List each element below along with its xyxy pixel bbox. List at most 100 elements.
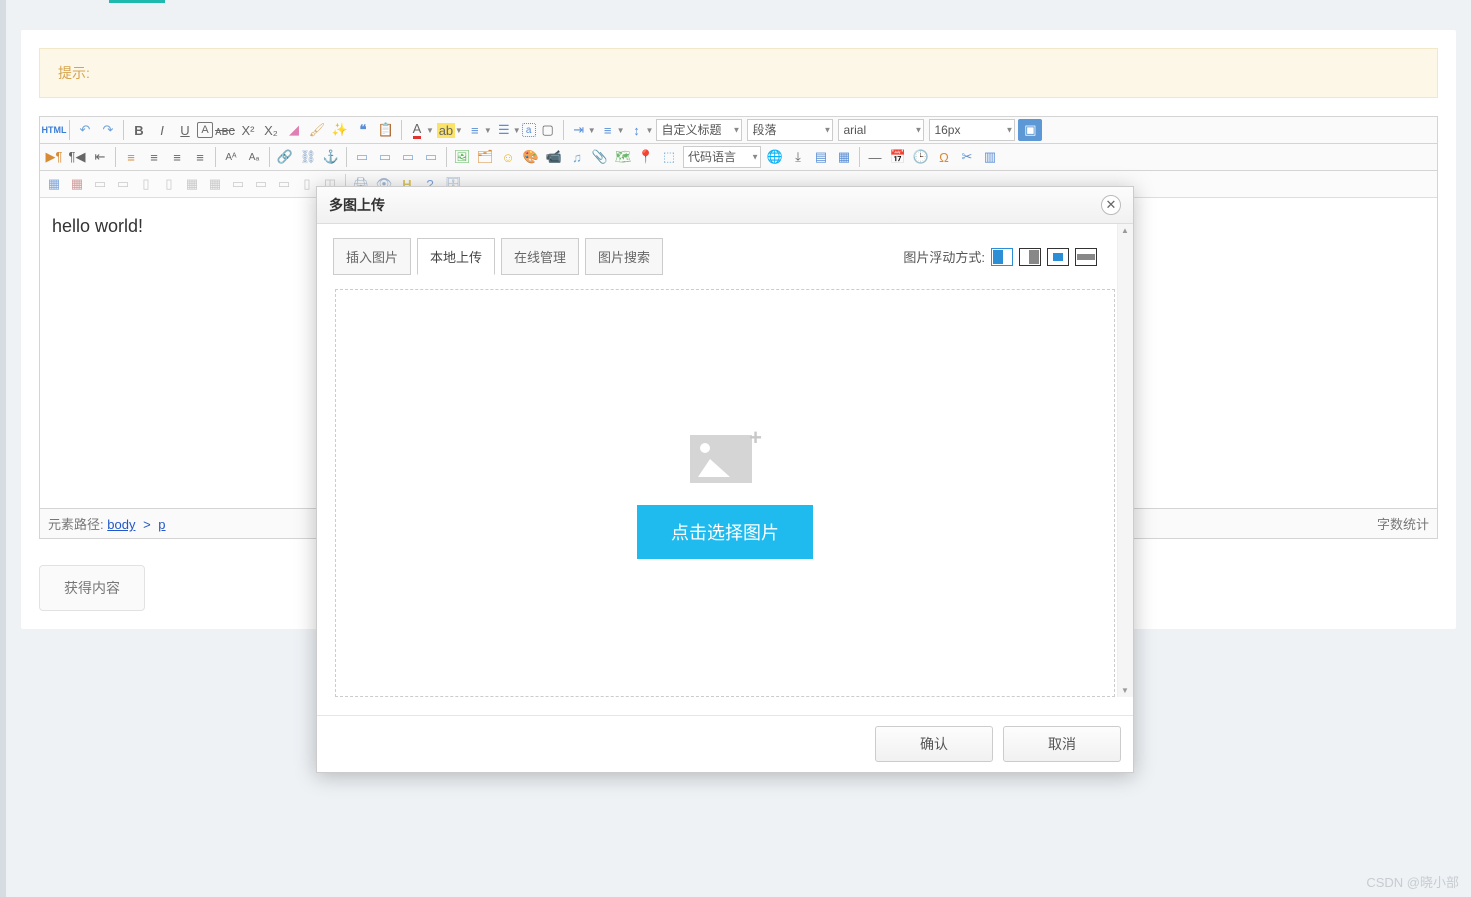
format-brush-icon[interactable]: 🖌 xyxy=(306,119,328,141)
music-icon[interactable]: ♫ xyxy=(566,146,588,168)
split-row-icon[interactable]: ▭ xyxy=(273,173,295,195)
hr-icon[interactable]: — xyxy=(864,146,886,168)
font-family-select[interactable]: arial xyxy=(838,119,924,141)
float-right-icon[interactable] xyxy=(1075,248,1097,266)
chevron-down-icon[interactable]: ▼ xyxy=(588,126,596,135)
link-icon[interactable]: 🔗 xyxy=(274,146,296,168)
table-icon[interactable]: ▦ xyxy=(43,173,65,195)
paragraph-select[interactable]: 段落 xyxy=(747,119,833,141)
chevron-down-icon[interactable]: ▼ xyxy=(484,126,492,135)
template-icon[interactable]: ▤ xyxy=(810,146,832,168)
split-cells-icon[interactable]: ▦ xyxy=(204,173,226,195)
multi-image-icon[interactable]: 🗂 xyxy=(474,146,496,168)
superscript-icon[interactable]: X² xyxy=(237,119,259,141)
pagebreak-icon[interactable]: ⤓ xyxy=(787,146,809,168)
source-html-button[interactable]: HTML xyxy=(43,119,65,141)
background-icon[interactable]: ▦ xyxy=(833,146,855,168)
split-col-icon[interactable]: ▯ xyxy=(296,173,318,195)
float-left-icon[interactable] xyxy=(1019,248,1041,266)
get-content-button[interactable]: 获得内容 xyxy=(39,565,145,611)
fullscreen-icon[interactable]: ▣ xyxy=(1018,119,1042,141)
webapp-icon[interactable]: 🌐 xyxy=(764,146,786,168)
redo-icon[interactable]: ↷ xyxy=(97,119,119,141)
eraser-icon[interactable]: ◢ xyxy=(283,119,305,141)
tolowercase-icon[interactable]: Aₐ xyxy=(243,146,265,168)
bold-icon[interactable]: B xyxy=(128,119,150,141)
upload-drop-zone[interactable]: + 点击选择图片 xyxy=(335,289,1115,697)
float-none-icon[interactable] xyxy=(991,248,1013,266)
delete-table-icon[interactable]: ▦ xyxy=(66,173,88,195)
path-p-link[interactable]: p xyxy=(158,517,165,532)
custom-title-select[interactable]: 自定义标题 xyxy=(656,119,742,141)
chevron-down-icon[interactable]: ▼ xyxy=(617,126,625,135)
insert-col-icon[interactable]: ▯ xyxy=(135,173,157,195)
emoji-icon[interactable]: ☺ xyxy=(497,146,519,168)
insert-image-icon[interactable]: 🖼 xyxy=(451,146,473,168)
font-size-select[interactable]: 16px xyxy=(929,119,1015,141)
outdent-icon[interactable]: ⇤ xyxy=(89,146,111,168)
special-char-icon[interactable]: Ω xyxy=(933,146,955,168)
back-color-icon[interactable]: ab xyxy=(435,119,457,141)
chevron-down-icon[interactable]: ▼ xyxy=(646,126,654,135)
image-center-icon[interactable]: ▭ xyxy=(420,146,442,168)
align-icon[interactable]: ≡ xyxy=(597,119,619,141)
touppercase-icon[interactable]: Aᴬ xyxy=(220,146,242,168)
gmap-icon[interactable]: 📍 xyxy=(635,146,657,168)
snapscreen-icon[interactable]: ✂ xyxy=(956,146,978,168)
magic-format-icon[interactable]: ✨ xyxy=(329,119,351,141)
wordimage-icon[interactable]: ▥ xyxy=(979,146,1001,168)
undo-icon[interactable]: ↶ xyxy=(74,119,96,141)
delete-row-icon[interactable]: ▭ xyxy=(112,173,134,195)
date-icon[interactable]: 📅 xyxy=(887,146,909,168)
select-all-icon[interactable]: a xyxy=(522,123,536,137)
align-left-icon[interactable]: ≡ xyxy=(120,146,142,168)
line-height-icon[interactable]: ↕ xyxy=(626,119,648,141)
cancel-button[interactable]: 取消 xyxy=(1003,726,1121,762)
align-center-icon[interactable]: ≡ xyxy=(143,146,165,168)
video-icon[interactable]: 📹 xyxy=(543,146,565,168)
font-color-icon[interactable]: A xyxy=(406,119,428,141)
underline-icon[interactable]: U xyxy=(174,119,196,141)
close-icon[interactable]: ✕ xyxy=(1101,195,1121,215)
path-body-link[interactable]: body xyxy=(107,517,135,532)
insert-row-icon[interactable]: ▭ xyxy=(89,173,111,195)
tab-online-manage[interactable]: 在线管理 xyxy=(501,238,579,275)
code-lang-select[interactable]: 代码语言 xyxy=(683,146,761,168)
chevron-down-icon[interactable]: ▼ xyxy=(455,126,463,135)
chevron-down-icon[interactable]: ▼ xyxy=(426,126,434,135)
map-icon[interactable]: 🗺 xyxy=(612,146,634,168)
image-float-right-icon[interactable]: ▭ xyxy=(397,146,419,168)
float-center-icon[interactable] xyxy=(1047,248,1069,266)
ordered-list-icon[interactable]: ≡ xyxy=(464,119,486,141)
time-icon[interactable]: 🕒 xyxy=(910,146,932,168)
direction-ltr-icon[interactable]: ▶¶ xyxy=(43,146,65,168)
image-float-left-icon[interactable]: ▭ xyxy=(374,146,396,168)
tab-local-upload[interactable]: 本地上传 xyxy=(417,238,495,275)
scrawl-icon[interactable]: 🎨 xyxy=(520,146,542,168)
subscript-icon[interactable]: X₂ xyxy=(260,119,282,141)
strikethrough-icon[interactable]: ᴀʙᴄ xyxy=(214,119,236,141)
chevron-down-icon[interactable]: ▼ xyxy=(513,126,521,135)
attachment-icon[interactable]: 📎 xyxy=(589,146,611,168)
merge-cells-icon[interactable]: ▦ xyxy=(181,173,203,195)
tab-insert-image[interactable]: 插入图片 xyxy=(333,238,411,275)
align-right-icon[interactable]: ≡ xyxy=(166,146,188,168)
indent-icon[interactable]: ⇥ xyxy=(568,119,590,141)
dialog-scrollbar[interactable] xyxy=(1117,224,1133,697)
insert-frame-icon[interactable]: ⬚ xyxy=(658,146,680,168)
font-box-icon[interactable]: A xyxy=(197,122,213,138)
align-justify-icon[interactable]: ≡ xyxy=(189,146,211,168)
tab-image-search[interactable]: 图片搜索 xyxy=(585,238,663,275)
anchor-icon[interactable]: ⚓ xyxy=(320,146,342,168)
image-float-none-icon[interactable]: ▭ xyxy=(351,146,373,168)
delete-col-icon[interactable]: ▯ xyxy=(158,173,180,195)
italic-icon[interactable]: I xyxy=(151,119,173,141)
pick-image-button[interactable]: 点击选择图片 xyxy=(637,505,813,559)
merge-right-icon[interactable]: ▭ xyxy=(227,173,249,195)
direction-rtl-icon[interactable]: ¶◀ xyxy=(66,146,88,168)
clear-format-icon[interactable]: ▢ xyxy=(537,119,559,141)
merge-down-icon[interactable]: ▭ xyxy=(250,173,272,195)
word-count[interactable]: 字数统计 xyxy=(1377,514,1429,533)
unordered-list-icon[interactable]: ☰ xyxy=(493,119,515,141)
quote-icon[interactable]: ❝ xyxy=(352,119,374,141)
